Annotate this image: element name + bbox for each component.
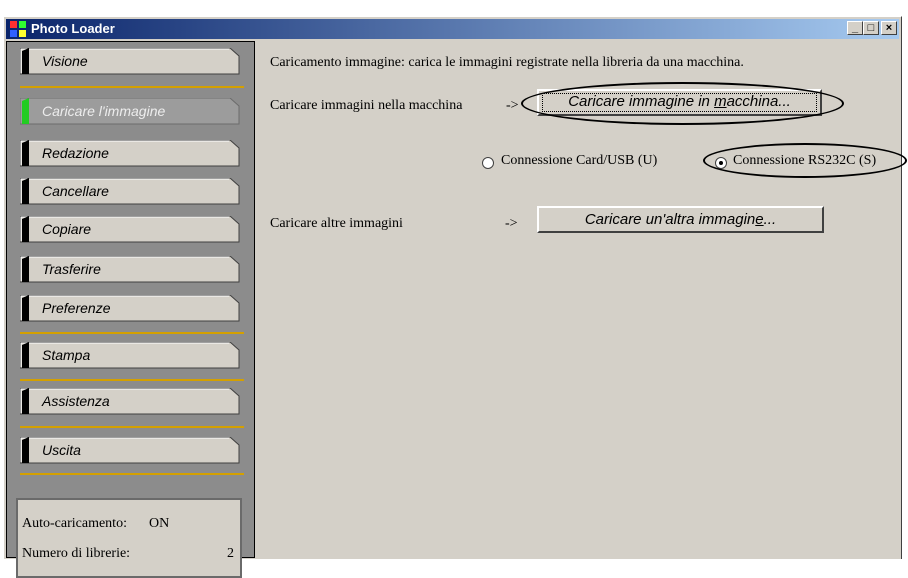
maximize-button[interactable]: □ bbox=[863, 21, 879, 35]
maximize-icon: □ bbox=[867, 22, 875, 34]
close-icon: × bbox=[885, 22, 893, 34]
radio-card-usb-label[interactable]: Connessione Card/USB (U) bbox=[501, 153, 657, 169]
title-bar[interactable]: Photo Loader _ □ × bbox=[6, 19, 899, 39]
libraries-value: 2 bbox=[227, 546, 234, 561]
sidebar-item-label: Trasferire bbox=[42, 261, 101, 277]
sidebar-item-label: Cancellare bbox=[42, 183, 109, 199]
app-icon bbox=[10, 21, 26, 37]
arrow-text: -> bbox=[506, 98, 519, 113]
sidebar-item-cancellare[interactable]: Cancellare bbox=[20, 178, 240, 205]
button-label: Caricare un'altra immagine... bbox=[584, 211, 777, 228]
sidebar-item-label: Copiare bbox=[42, 221, 92, 237]
highlight-ellipse bbox=[521, 82, 844, 125]
close-button[interactable]: × bbox=[881, 21, 897, 35]
sidebar-item-preferenze[interactable]: Preferenze bbox=[20, 295, 240, 322]
minimize-button[interactable]: _ bbox=[847, 21, 863, 35]
sidebar-item-label: Caricare l'immagine bbox=[42, 103, 166, 119]
sidebar-item-copiare[interactable]: Copiare bbox=[20, 216, 240, 243]
status-panel: Auto-caricamento: ON Numero di librerie:… bbox=[16, 498, 242, 578]
separator bbox=[20, 379, 244, 381]
sidebar-item-label: Stampa bbox=[42, 347, 91, 363]
load-camera-label: Caricare immagini nella macchina bbox=[270, 98, 463, 113]
minimize-icon: _ bbox=[851, 22, 859, 34]
sidebar-item-caricare-immagine[interactable]: Caricare l'immagine bbox=[20, 98, 240, 125]
load-other-label: Caricare altre immagini bbox=[270, 216, 403, 231]
sidebar-item-label: Assistenza bbox=[42, 393, 110, 409]
sidebar-item-stampa[interactable]: Stampa bbox=[20, 342, 240, 369]
separator bbox=[20, 473, 244, 475]
autoload-label: Auto-caricamento: bbox=[22, 516, 127, 531]
description-text: Caricamento immagine: carica le immagini… bbox=[270, 55, 744, 70]
sidebar-item-redazione[interactable]: Redazione bbox=[20, 140, 240, 167]
window-title: Photo Loader bbox=[31, 21, 115, 36]
separator bbox=[20, 426, 244, 428]
autoload-value: ON bbox=[149, 516, 170, 531]
sidebar-item-uscita[interactable]: Uscita bbox=[20, 437, 240, 464]
sidebar-item-label: Uscita bbox=[42, 442, 81, 458]
radio-card-usb[interactable] bbox=[482, 157, 494, 169]
sidebar-item-label: Visione bbox=[42, 53, 88, 69]
arrow-text: -> bbox=[505, 216, 518, 231]
separator bbox=[20, 86, 244, 88]
sidebar-item-label: Preferenze bbox=[42, 300, 111, 316]
photo-loader-window: Photo Loader _ □ × Visione Caricare l'im… bbox=[3, 16, 907, 578]
load-other-image-button[interactable]: Caricare un'altra immagine... bbox=[537, 206, 824, 233]
sidebar-item-assistenza[interactable]: Assistenza bbox=[20, 388, 240, 415]
sidebar-item-label: Redazione bbox=[42, 145, 109, 161]
highlight-ellipse bbox=[703, 143, 907, 178]
sidebar-item-trasferire[interactable]: Trasferire bbox=[20, 256, 240, 283]
sidebar-item-visione[interactable]: Visione bbox=[20, 48, 240, 75]
separator bbox=[20, 332, 244, 334]
sidebar: Visione Caricare l'immagine Redazione Ca… bbox=[6, 41, 255, 578]
libraries-label: Numero di librerie: bbox=[22, 546, 131, 561]
